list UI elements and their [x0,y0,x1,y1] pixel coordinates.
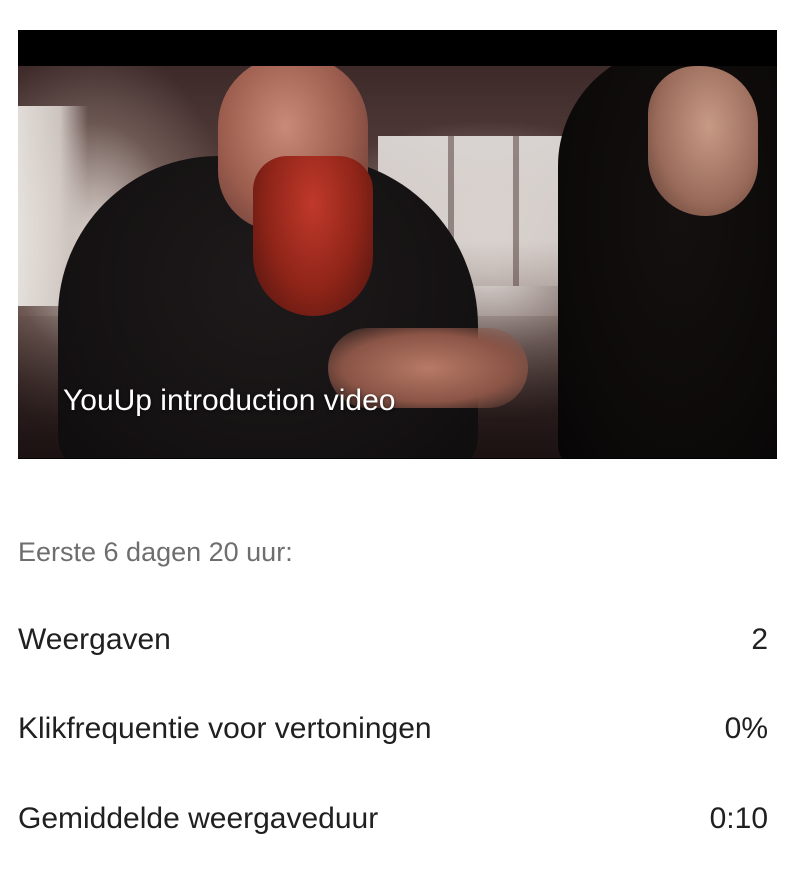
woman-face [648,66,758,216]
man-beard [253,156,373,316]
stat-row-avg-duration: Gemiddelde weergaveduur 0:10 [18,797,768,841]
stat-row-views: Weergaven 2 [18,618,768,662]
video-thumbnail[interactable]: YouUp introduction video [18,30,777,459]
window-mullion [513,136,519,286]
stat-value: 2 [751,623,768,656]
stat-label: Weergaven [18,623,171,656]
period-label: Eerste 6 dagen 20 uur: [18,537,293,567]
video-title: YouUp introduction video [63,384,396,417]
stat-value: 0:10 [709,802,768,835]
stat-value: 0% [724,712,768,745]
stat-row-ctr: Klikfrequentie voor vertoningen 0% [18,707,768,751]
stat-label: Klikfrequentie voor vertoningen [18,712,432,745]
video-stats-card: YouUp introduction video Eerste 6 dagen … [0,0,810,885]
stat-label: Gemiddelde weergaveduur [18,802,379,835]
